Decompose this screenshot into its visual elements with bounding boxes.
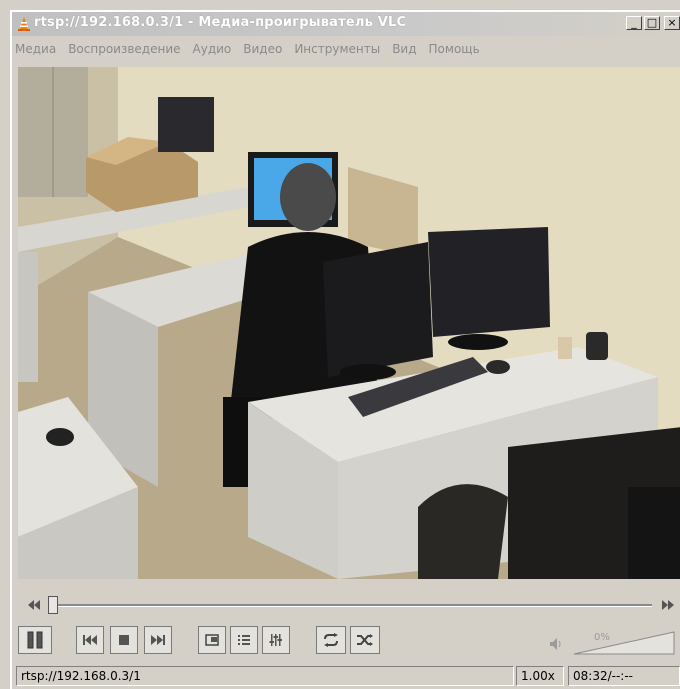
shuffle-button[interactable] [350, 626, 380, 654]
loop-icon [324, 633, 338, 647]
fullscreen-button[interactable] [198, 626, 226, 654]
seek-row [12, 594, 680, 618]
previous-button[interactable] [76, 626, 104, 654]
status-url: rtsp://192.168.0.3/1 [16, 666, 514, 686]
playlist-button[interactable] [230, 626, 258, 654]
seek-track[interactable] [52, 604, 652, 607]
volume-icon[interactable] [549, 637, 563, 651]
maximize-button[interactable]: □ [644, 16, 660, 30]
pause-icon [27, 631, 43, 649]
video-display[interactable] [18, 67, 680, 579]
menu-help[interactable]: Помощь [425, 42, 484, 56]
status-speed[interactable]: 1.00x [516, 666, 564, 686]
equalizer-icon [269, 634, 282, 646]
menu-audio[interactable]: Аудио [189, 42, 236, 56]
playlist-icon [238, 635, 250, 645]
menu-playback[interactable]: Воспроизведение [64, 42, 184, 56]
vlc-cone-icon [18, 17, 30, 31]
menu-media[interactable]: Медиа [12, 42, 60, 56]
stop-icon [119, 635, 129, 645]
video-frame [18, 67, 680, 579]
pause-button[interactable] [18, 626, 52, 654]
menu-video[interactable]: Видео [239, 42, 286, 56]
next-icon [151, 635, 165, 645]
vlc-window: rtsp://192.168.0.3/1 - Медиа-проигрывате… [10, 10, 680, 689]
previous-icon [83, 635, 97, 645]
seek-backward-icon[interactable] [26, 598, 42, 612]
loop-button[interactable] [316, 626, 346, 654]
title-bar[interactable]: rtsp://192.168.0.3/1 - Медиа-проигрывате… [12, 12, 680, 36]
controls-row: 0% [12, 620, 680, 656]
seek-handle[interactable] [48, 596, 58, 614]
status-time[interactable]: 08:32/--:-- [568, 666, 680, 686]
menu-tools[interactable]: Инструменты [290, 42, 384, 56]
seek-forward-icon[interactable] [660, 598, 676, 612]
status-bar: rtsp://192.168.0.3/1 1.00x 08:32/--:-- [12, 664, 680, 688]
volume-slider[interactable] [572, 630, 676, 656]
close-button[interactable]: × [664, 16, 680, 30]
shuffle-icon [357, 634, 373, 646]
menu-view[interactable]: Вид [388, 42, 420, 56]
equalizer-button[interactable] [262, 626, 290, 654]
menu-bar: Медиа Воспроизведение Аудио Видео Инстру… [12, 36, 680, 62]
minimize-button[interactable]: _ [626, 16, 642, 30]
stop-button[interactable] [110, 626, 138, 654]
fullscreen-icon [205, 634, 219, 646]
next-button[interactable] [144, 626, 172, 654]
window-title: rtsp://192.168.0.3/1 - Медиа-проигрывате… [34, 15, 407, 30]
